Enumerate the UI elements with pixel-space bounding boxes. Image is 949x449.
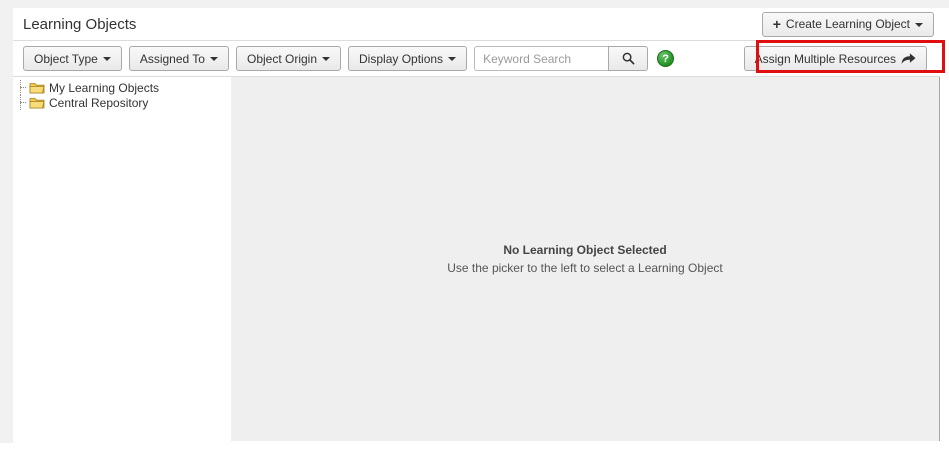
empty-state-subtitle: Use the picker to the left to select a L…	[447, 261, 722, 275]
content-split: My Learning Objects Central Repository N…	[13, 77, 940, 441]
tree-item-my-learning-objects[interactable]: My Learning Objects	[15, 80, 231, 95]
page-title: Learning Objects	[23, 16, 136, 33]
plus-icon: +	[773, 17, 781, 31]
caret-down-icon	[322, 57, 330, 61]
page-header: Learning Objects + Create Learning Objec…	[13, 8, 940, 41]
object-origin-dropdown[interactable]: Object Origin	[236, 46, 341, 71]
create-learning-object-label: Create Learning Object	[786, 17, 910, 31]
tree-item-central-repository[interactable]: Central Repository	[15, 95, 231, 110]
folder-icon	[29, 81, 45, 94]
object-origin-label: Object Origin	[247, 52, 317, 66]
tree-item-label: Central Repository	[49, 96, 148, 110]
caret-down-icon	[210, 57, 218, 61]
forward-arrow-icon	[901, 53, 916, 65]
display-options-dropdown[interactable]: Display Options	[348, 46, 467, 71]
outer-margin-left	[0, 8, 13, 443]
assigned-to-dropdown[interactable]: Assigned To	[129, 46, 229, 71]
tree-connector[interactable]	[18, 95, 28, 110]
assign-multiple-resources-label: Assign Multiple Resources	[755, 52, 896, 66]
help-icon[interactable]: ?	[657, 50, 674, 67]
object-type-label: Object Type	[34, 52, 98, 66]
folder-icon	[29, 96, 45, 109]
search-button[interactable]	[608, 46, 648, 71]
caret-down-icon	[103, 57, 111, 61]
keyword-search-group	[474, 46, 648, 71]
display-options-label: Display Options	[359, 52, 443, 66]
caret-down-icon	[915, 23, 923, 27]
create-learning-object-button[interactable]: + Create Learning Object	[762, 12, 934, 37]
empty-state-title: No Learning Object Selected	[503, 243, 666, 257]
learning-object-picker-tree: My Learning Objects Central Repository	[13, 77, 231, 441]
object-type-dropdown[interactable]: Object Type	[23, 46, 122, 71]
detail-panel: No Learning Object Selected Use the pick…	[231, 77, 940, 441]
assigned-to-label: Assigned To	[140, 52, 205, 66]
assign-multiple-resources-button[interactable]: Assign Multiple Resources	[744, 46, 927, 71]
outer-margin-top	[0, 0, 949, 8]
search-icon	[622, 52, 635, 65]
filter-toolbar: Object Type Assigned To Object Origin Di…	[13, 41, 940, 77]
keyword-search-input[interactable]	[474, 46, 608, 71]
tree-item-label: My Learning Objects	[49, 81, 159, 95]
tree-connector[interactable]	[18, 80, 28, 95]
learning-objects-page: Learning Objects + Create Learning Objec…	[13, 8, 940, 443]
caret-down-icon	[448, 57, 456, 61]
